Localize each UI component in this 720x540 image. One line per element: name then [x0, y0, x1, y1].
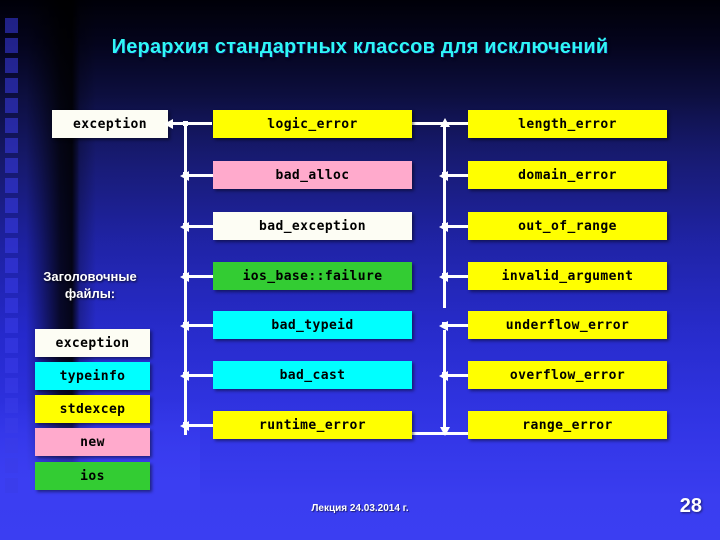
class-box-label: ios_base::failure	[242, 268, 383, 284]
film-strip-square	[5, 158, 18, 173]
slide-title: Иерархия стандартных классов для исключе…	[111, 36, 609, 58]
film-strip-square	[5, 318, 18, 333]
class-box-label: invalid_argument	[501, 268, 634, 284]
connector-logic-error-stub	[412, 122, 446, 125]
connector-middle-stub-3	[186, 275, 213, 278]
class-box-label: exception	[55, 335, 130, 351]
connector-joint-middle-5	[183, 372, 188, 377]
class-box-logic_error: logic_error	[213, 110, 412, 138]
film-strip-square	[5, 138, 18, 153]
class-box-bad_exception: bad_exception	[213, 212, 412, 240]
legend-item-typeinfo: typeinfo	[35, 362, 150, 390]
class-box-length_error: length_error	[468, 110, 667, 138]
connector-joint-middle-6	[183, 422, 188, 427]
legend-heading: Заголовочные файлы:	[10, 268, 170, 302]
class-box-label: bad_typeid	[271, 317, 354, 333]
class-box-out_of_range: out_of_range	[468, 212, 667, 240]
film-strip-square	[5, 438, 18, 453]
film-strip-square	[5, 378, 18, 393]
class-box-label: ios	[80, 468, 105, 484]
class-box-label: runtime_error	[259, 417, 366, 433]
class-box-overflow_error: overflow_error	[468, 361, 667, 389]
film-strip-square	[5, 118, 18, 133]
slide-canvas: Иерархия стандартных классов для исключе…	[0, 0, 720, 540]
film-strip-decoration	[4, 18, 20, 502]
class-box-label: stdexcep	[59, 401, 126, 417]
connector-arrow-into-exception	[164, 119, 173, 129]
film-strip-square	[5, 398, 18, 413]
class-box-label: underflow_error	[505, 317, 630, 333]
legend-item-ios: ios	[35, 462, 150, 490]
connector-joint-root	[183, 121, 188, 126]
film-strip-square	[5, 18, 18, 33]
connector-right-stub-0	[445, 122, 468, 125]
connector-right-stub-4	[445, 324, 468, 327]
connector-middle-stub-5	[186, 374, 213, 377]
class-box-label: bad_exception	[259, 218, 366, 234]
class-box-invalid_argument: invalid_argument	[468, 262, 667, 290]
film-strip-square	[5, 198, 18, 213]
connector-middle-stub-2	[186, 225, 213, 228]
connector-right-stub-5	[445, 374, 468, 377]
connector-joint-right-1	[442, 172, 447, 177]
class-box-label: typeinfo	[59, 368, 126, 384]
legend-item-exception: exception	[35, 329, 150, 357]
class-box-bad_cast: bad_cast	[213, 361, 412, 389]
class-box-label: domain_error	[518, 167, 617, 183]
connector-joint-right-4	[442, 322, 447, 327]
class-box-label: bad_alloc	[275, 167, 350, 183]
legend-item-new: new	[35, 428, 150, 456]
class-box-label: bad_cast	[279, 367, 346, 383]
film-strip-square	[5, 418, 18, 433]
class-box-label: out_of_range	[518, 218, 617, 234]
film-strip-square	[5, 358, 18, 373]
film-strip-square	[5, 238, 18, 253]
legend-item-stdexcep: stdexcep	[35, 395, 150, 423]
class-box-label: length_error	[518, 116, 617, 132]
connector-joint-right-3	[442, 273, 447, 278]
connector-right-stub-3	[445, 275, 468, 278]
film-strip-square	[5, 98, 18, 113]
connector-right-stub-1	[445, 174, 468, 177]
class-box-bad_typeid: bad_typeid	[213, 311, 412, 339]
class-box-label: logic_error	[267, 116, 358, 132]
connector-root-stub	[170, 122, 212, 125]
film-strip-square	[5, 58, 18, 73]
connector-joint-middle-2	[183, 223, 188, 228]
class-box-exception: exception	[52, 110, 168, 138]
film-strip-square	[5, 78, 18, 93]
connector-joint-middle-1	[183, 172, 188, 177]
connector-middle-stub-1	[186, 174, 213, 177]
class-box-runtime_error: runtime_error	[213, 411, 412, 439]
class-box-label: exception	[72, 116, 148, 132]
class-box-underflow_error: underflow_error	[468, 311, 667, 339]
class-box-range_error: range_error	[468, 411, 667, 439]
class-box-label: range_error	[522, 417, 613, 433]
film-strip-square	[5, 458, 18, 473]
legend-heading-line1: Заголовочные	[43, 269, 137, 284]
class-box-domain_error: domain_error	[468, 161, 667, 189]
connector-joint-middle-3	[183, 273, 188, 278]
film-strip-square	[5, 338, 18, 353]
class-box-ios_base--failure: ios_base::failure	[213, 262, 412, 290]
class-box-bad_alloc: bad_alloc	[213, 161, 412, 189]
footer-lecture-date: Лекция 24.03.2014 г.	[311, 503, 409, 514]
connector-right-stub-6	[445, 432, 468, 435]
class-box-label: new	[80, 434, 105, 450]
film-strip-square	[5, 478, 18, 493]
connector-middle-stub-4	[186, 324, 213, 327]
connector-middle-stub-6	[186, 424, 213, 427]
connector-runtime-error-stub	[412, 432, 446, 435]
connector-right-stub-2	[445, 225, 468, 228]
film-strip-square	[5, 178, 18, 193]
legend-heading-line2: файлы:	[64, 286, 116, 301]
connector-joint-middle-4	[183, 322, 188, 327]
page-number: 28	[679, 495, 702, 517]
film-strip-square	[5, 218, 18, 233]
connector-joint-right-5	[442, 372, 447, 377]
class-box-label: overflow_error	[509, 367, 626, 383]
connector-joint-right-2	[442, 223, 447, 228]
